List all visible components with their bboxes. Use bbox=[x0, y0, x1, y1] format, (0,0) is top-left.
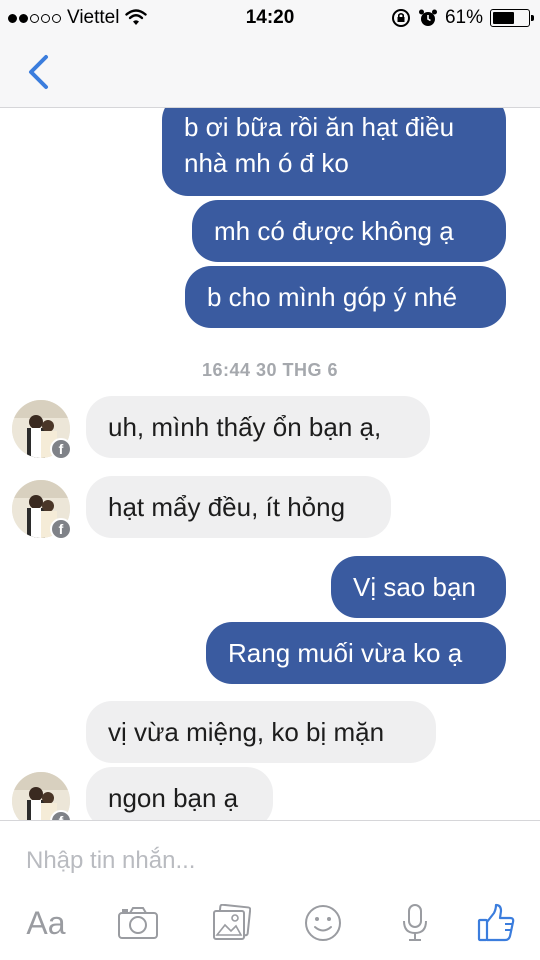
photo-gallery-button[interactable] bbox=[207, 899, 255, 947]
conversation-timestamp: 16:44 30 THG 6 bbox=[201, 360, 339, 380]
message-text: Vị sao bạn bbox=[353, 572, 476, 602]
composer-toolbar: Aa bbox=[0, 899, 540, 955]
photo-gallery-icon bbox=[213, 904, 251, 940]
outgoing-message-bubble[interactable]: b cho mình góp ý nhé bbox=[185, 266, 506, 328]
message-text: uh, mình thấy ổn bạn ạ, bbox=[108, 412, 382, 442]
message-composer: Nhập tin nhắn... Aa bbox=[0, 820, 540, 960]
contact-avatar[interactable]: f bbox=[12, 400, 72, 460]
incoming-message-bubble[interactable]: vị vừa miệng, ko bị mặn bbox=[86, 701, 436, 763]
like-button[interactable] bbox=[472, 899, 520, 947]
microphone-icon bbox=[403, 904, 427, 941]
facebook-badge-icon: f bbox=[50, 438, 72, 460]
incoming-message-bubble[interactable]: ngon bạn ạ bbox=[86, 767, 273, 820]
incoming-message-bubble[interactable]: uh, mình thấy ổn bạn ạ, bbox=[86, 396, 430, 458]
emoji-button[interactable] bbox=[299, 899, 347, 947]
emoji-icon bbox=[305, 905, 341, 941]
text-format-button[interactable]: Aa bbox=[22, 899, 70, 947]
message-thread[interactable]: b ơi bữa rồi ăn hạt điều nhà mh ó đ ko m… bbox=[0, 108, 540, 820]
thumbs-up-icon bbox=[477, 903, 515, 942]
facebook-badge-icon: f bbox=[50, 810, 72, 820]
status-bar: Viettel 14:20 61% bbox=[0, 0, 540, 36]
navigation-bar bbox=[0, 36, 540, 108]
status-right: 61% bbox=[391, 7, 534, 29]
message-line: nhà mh ó đ ko bbox=[184, 148, 349, 178]
alarm-icon bbox=[418, 9, 437, 26]
text-format-icon: Aa bbox=[26, 904, 66, 941]
contact-avatar[interactable]: f bbox=[12, 480, 72, 540]
message-text: b cho mình góp ý nhé bbox=[207, 282, 458, 312]
contact-avatar[interactable]: f bbox=[12, 772, 72, 820]
message-text: Rang muối vừa ko ạ bbox=[228, 638, 463, 668]
message-text: mh có được không ạ bbox=[214, 216, 454, 246]
battery-icon bbox=[490, 9, 534, 27]
outgoing-message-bubble[interactable]: Rang muối vừa ko ạ bbox=[206, 622, 506, 684]
message-line: b ơi bữa rồi ăn hạt điều bbox=[184, 112, 455, 142]
incoming-message-bubble[interactable]: hạt mẩy đều, ít hỏng bbox=[86, 476, 391, 538]
outgoing-message-bubble[interactable]: Vị sao bạn bbox=[331, 556, 506, 618]
outgoing-message-bubble[interactable]: b ơi bữa rồi ăn hạt điều nhà mh ó đ ko bbox=[162, 108, 506, 196]
back-button[interactable] bbox=[18, 50, 58, 94]
rotation-lock-icon bbox=[391, 9, 410, 27]
message-input[interactable]: Nhập tin nhắn... bbox=[26, 841, 506, 881]
message-text: hạt mẩy đều, ít hỏng bbox=[108, 492, 346, 522]
outgoing-message-bubble[interactable]: mh có được không ạ bbox=[192, 200, 506, 262]
battery-fill bbox=[493, 12, 514, 24]
camera-icon bbox=[118, 907, 158, 939]
chevron-left-icon bbox=[29, 55, 48, 89]
facebook-badge-icon: f bbox=[50, 518, 72, 540]
battery-percent: 61% bbox=[444, 7, 483, 28]
camera-button[interactable] bbox=[114, 899, 162, 947]
message-text: vị vừa miệng, ko bị mặn bbox=[108, 717, 385, 747]
microphone-button[interactable] bbox=[391, 899, 439, 947]
message-text: ngon bạn ạ bbox=[108, 783, 239, 813]
